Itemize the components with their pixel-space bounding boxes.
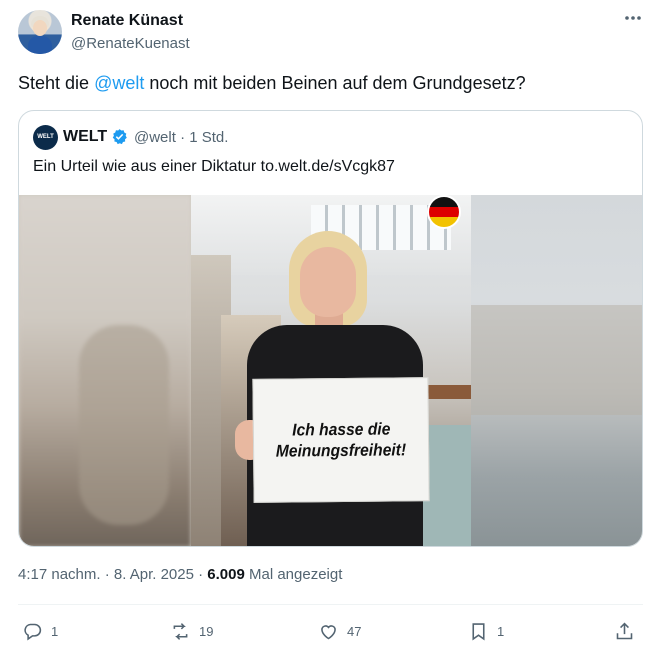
person-figure: Ich hasse die Meinungsfreiheit!: [191, 195, 471, 546]
reply-count: 1: [51, 623, 59, 639]
author-handle[interactable]: @RenateKuenast: [71, 35, 190, 52]
tweet-text-before: Steht die: [18, 73, 95, 93]
verified-badge-icon: [112, 129, 127, 145]
reply-icon: [24, 623, 42, 640]
quoted-avatar[interactable]: WELT: [33, 125, 58, 150]
author-display-name[interactable]: Renate Künast: [71, 12, 183, 30]
tweet-text-after: noch mit beiden Beinen auf dem Grundgese…: [144, 73, 526, 93]
quoted-text: Ein Urteil wie aus einer Diktatur to.wel…: [33, 158, 395, 175]
views-count: 6.009: [207, 566, 245, 583]
like-button[interactable]: 47: [318, 620, 361, 642]
author-avatar[interactable]: [18, 10, 62, 54]
sign-line-2: Meinungsfreiheit!: [275, 440, 407, 461]
share-icon: [616, 622, 633, 639]
bookmark-icon: [472, 622, 485, 640]
like-count: 47: [347, 623, 362, 639]
image-blur-right: [471, 195, 642, 546]
protest-sign: Ich hasse die Meinungsfreiheit!: [252, 377, 430, 503]
bookmark-button[interactable]: 1: [468, 620, 504, 642]
repost-count: 19: [199, 623, 214, 639]
share-button[interactable]: [614, 620, 635, 642]
quoted-tweet[interactable]: WELT WELT @welt · 1 Std. Ein Urteil wie …: [18, 110, 643, 547]
photo: Ich hasse die Meinungsfreiheit!: [191, 195, 471, 546]
timestamp-row: 4:17 nachm. · 8. Apr. 2025 · 6.009 Mal a…: [18, 566, 342, 583]
tweet-text: Steht die @welt noch mit beiden Beinen a…: [18, 73, 526, 94]
more-icon[interactable]: [622, 8, 644, 32]
mention-link[interactable]: @welt: [94, 73, 144, 93]
views-label: Mal angezeigt: [244, 566, 343, 583]
repost-button[interactable]: 19: [170, 620, 213, 642]
tweet: Renate Künast @RenateKuenast Steht die @…: [0, 0, 659, 654]
repost-icon: [173, 622, 188, 640]
image-blur-left: [19, 195, 191, 546]
quoted-meta: @welt · 1 Std.: [134, 129, 229, 146]
heart-icon: [321, 624, 336, 639]
reply-button[interactable]: 1: [22, 620, 58, 642]
timestamp[interactable]: 4:17 nachm. · 8. Apr. 2025 ·: [18, 566, 207, 583]
quoted-display-name[interactable]: WELT: [63, 128, 107, 146]
bookmark-count: 1: [497, 623, 505, 639]
sign-line-1: Ich hasse die: [291, 419, 391, 440]
quoted-image[interactable]: Ich hasse die Meinungsfreiheit!: [19, 195, 642, 546]
divider: [18, 604, 643, 605]
